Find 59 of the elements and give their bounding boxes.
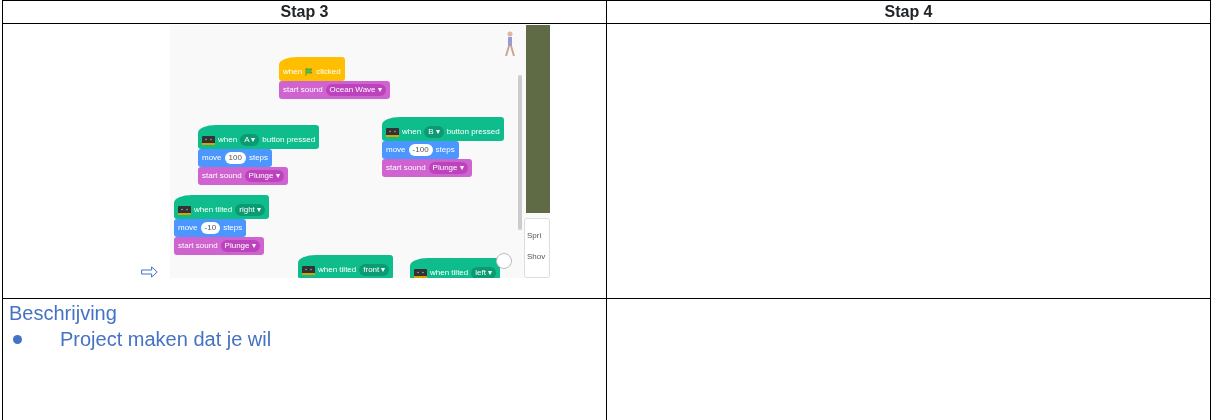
block-label: steps — [248, 152, 269, 164]
block-label: when — [283, 66, 303, 78]
block-label: clicked — [316, 66, 341, 78]
block-label: move — [386, 144, 406, 156]
block-label: start sound — [178, 240, 218, 252]
block-label: button pressed — [446, 126, 500, 138]
code-block[interactable]: when A ▾ button pressed — [198, 125, 320, 149]
code-block[interactable]: when tilted right ▾ — [174, 195, 270, 219]
block-label: when tilted — [430, 267, 469, 278]
block-label: move — [178, 222, 198, 234]
block-label: start sound — [202, 170, 242, 182]
bullet-icon — [13, 334, 22, 344]
code-block[interactable]: when tilted front ▾ — [298, 255, 394, 278]
block-dropdown[interactable]: B ▾ — [424, 126, 444, 138]
block-label: when — [218, 134, 238, 146]
number-input[interactable]: -10 — [200, 222, 221, 234]
block-label: when tilted — [318, 264, 357, 276]
block-label: start sound — [283, 84, 323, 96]
flag-icon — [305, 68, 314, 76]
number-input[interactable]: 100 — [224, 152, 246, 164]
code-block[interactable]: when tilted left ▾ — [410, 258, 501, 278]
device-icon — [414, 268, 427, 278]
block-dropdown[interactable]: A ▾ — [240, 134, 260, 146]
device-icon — [202, 135, 215, 145]
sprite-figure-icon — [504, 31, 516, 57]
code-block[interactable]: start sound Ocean Wave ▾ — [279, 81, 390, 99]
code-block[interactable]: start sound Plunge ▾ — [174, 237, 264, 255]
code-block[interactable]: start sound Plunge ▾ — [198, 167, 288, 185]
panel-label: Spri — [527, 231, 543, 240]
block-label: when — [402, 126, 422, 138]
column-heading: Stap 4 — [884, 3, 933, 20]
right-arrow-icon — [141, 266, 158, 278]
scrollbar[interactable] — [518, 75, 522, 230]
block-dropdown[interactable]: Ocean Wave ▾ — [325, 84, 386, 96]
block-label: steps — [223, 222, 243, 234]
code-block[interactable]: move -100 steps — [382, 141, 459, 159]
block-label: steps — [435, 144, 455, 156]
code-block[interactable]: start sound Plunge ▾ — [382, 159, 472, 177]
block-dropdown[interactable]: right ▾ — [235, 204, 266, 216]
bullet-text: Project maken dat je wil — [60, 327, 272, 352]
device-icon — [178, 205, 191, 215]
description-heading: Beschrijving — [9, 301, 118, 325]
block-label: button pressed — [262, 134, 316, 146]
number-input[interactable]: -100 — [408, 144, 433, 156]
code-block[interactable]: move 100 steps — [198, 149, 273, 167]
block-label: when tilted — [194, 204, 233, 216]
code-block[interactable]: move -10 steps — [174, 219, 247, 237]
column-heading: Stap 3 — [280, 3, 329, 20]
block-dropdown[interactable]: Plunge ▾ — [244, 170, 284, 182]
block-dropdown[interactable]: left ▾ — [471, 267, 497, 278]
block-label: start sound — [386, 162, 426, 174]
block-dropdown[interactable]: front ▾ — [359, 264, 390, 276]
block-label: move — [202, 152, 222, 164]
code-block[interactable]: when B ▾ button pressed — [382, 117, 504, 141]
block-dropdown[interactable]: Plunge ▾ — [428, 162, 468, 174]
block-dropdown[interactable]: Plunge ▾ — [220, 240, 260, 252]
panel-label: Shov — [527, 252, 547, 261]
device-icon — [302, 265, 315, 275]
device-icon — [386, 127, 399, 137]
